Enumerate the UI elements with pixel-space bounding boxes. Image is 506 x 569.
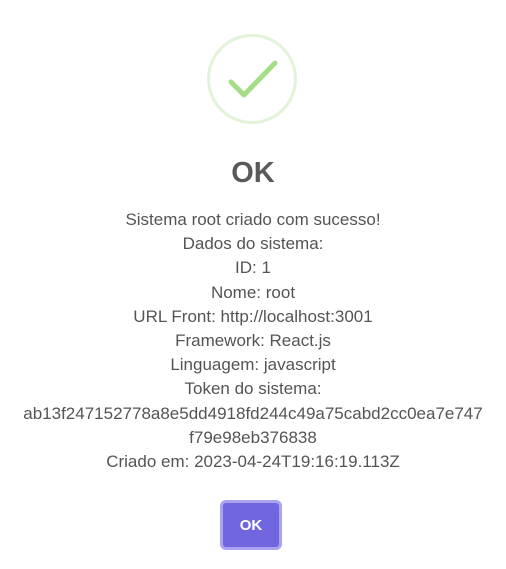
message-line-framework: Framework: React.js	[175, 331, 331, 351]
message-line-success: Sistema root criado com sucesso!	[125, 210, 381, 229]
message-line-id: ID: 1	[235, 258, 271, 278]
confirm-button[interactable]: OK	[220, 500, 282, 550]
message-line-system-data: Dados do sistema:	[182, 234, 324, 254]
checkmark-icon	[228, 60, 278, 98]
message-line-created-at: Criado em: 2023-04-24T19:16:19.113Z	[106, 452, 400, 472]
dialog-message: Sistema root criado com sucesso! Dados d…	[12, 208, 494, 474]
message-line-url-front: URL Front: http://localhost:3001	[133, 306, 373, 326]
success-checkmark-icon	[207, 34, 297, 124]
message-line-language: Linguagem: javascript	[170, 355, 336, 375]
message-token-value: ab13f247152778a8e5dd4918fd244c49a75cabd2…	[23, 403, 483, 447]
message-line-name: Nome: root	[210, 282, 296, 302]
success-dialog: OK Sistema root criado com sucesso! Dado…	[0, 0, 506, 569]
message-line-token-label: Token do sistema:	[184, 379, 322, 399]
dialog-title: OK	[231, 157, 275, 189]
